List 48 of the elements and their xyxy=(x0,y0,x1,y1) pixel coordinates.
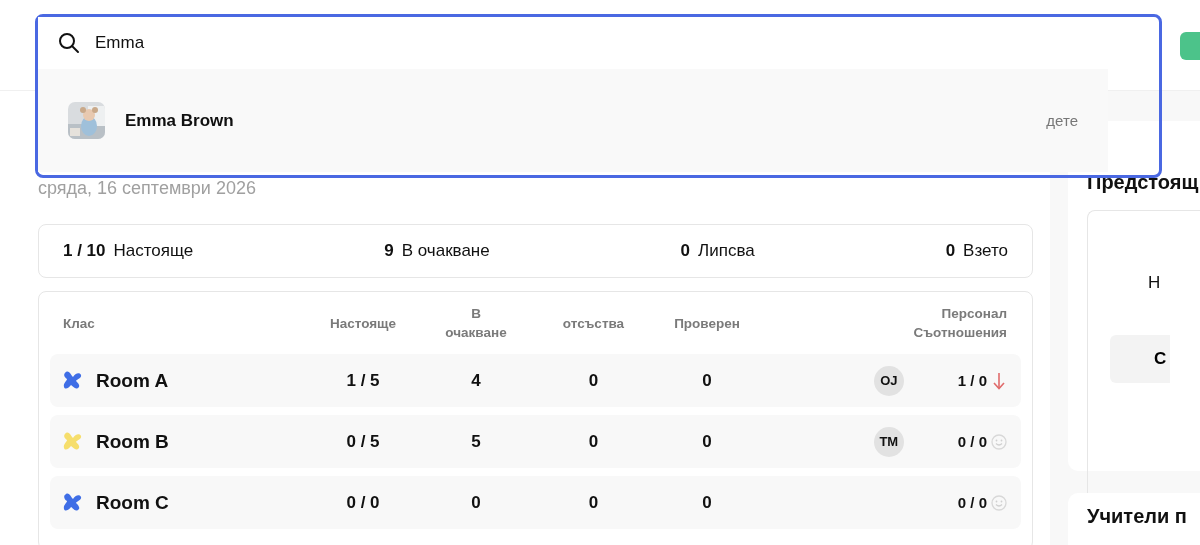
table-cell: 0 xyxy=(588,492,599,513)
table-cell: 5 xyxy=(471,431,481,452)
date-text: сряда, 16 септември 2026 xyxy=(38,178,257,200)
column-header: Проверен xyxy=(674,314,740,333)
status-badge xyxy=(1180,32,1200,60)
table-cell: 1 / 5 xyxy=(346,370,380,391)
summary-label: Липсва xyxy=(698,241,755,261)
summary-count: 0 xyxy=(945,241,956,261)
search-result[interactable]: Emma Brown дете xyxy=(38,69,1108,172)
summary-count: 1 / 10 xyxy=(63,241,106,261)
table-cell: 0 xyxy=(471,492,481,513)
table-cell: 0 xyxy=(588,370,599,391)
table-row[interactable]: Room B 0 / 5 5 0 0 TM 0 / 0 xyxy=(50,415,1021,468)
section-heading: Предстоящ xyxy=(1087,171,1200,194)
section-heading: Учители п xyxy=(1087,505,1188,528)
card-text: Н xyxy=(1148,273,1162,293)
search-field[interactable]: Emma xyxy=(95,33,395,53)
ratio-text: 0 / 0 xyxy=(957,494,987,511)
result-type: дете xyxy=(1046,112,1078,129)
card-button[interactable]: С xyxy=(1110,335,1170,383)
column-header: Настояще xyxy=(329,314,396,333)
column-header: В очакване xyxy=(445,305,507,342)
summary-label: Настояще xyxy=(113,241,194,261)
column-header: отсъства xyxy=(562,314,625,333)
table-cell: 4 xyxy=(471,370,481,391)
room-name: Room B xyxy=(96,430,169,453)
table-cell: 0 / 0 xyxy=(346,492,380,513)
table-row[interactable]: Room C 0 / 0 0 0 0 0 / 0 xyxy=(50,476,1021,529)
summary-count: 9 xyxy=(384,241,394,261)
summary-count: 0 xyxy=(680,241,691,261)
table-cell: 0 xyxy=(702,370,712,391)
room-name: Room C xyxy=(96,491,169,514)
room-name: Room A xyxy=(96,369,169,392)
summary-label: В очакване xyxy=(401,241,490,261)
column-header: Персонал Съотношения xyxy=(913,305,1007,342)
staff-avatar: OJ xyxy=(873,365,904,396)
table-cell: 0 xyxy=(702,431,712,452)
column-header: Клас xyxy=(63,314,95,333)
table-cell: 0 xyxy=(588,431,599,452)
ratio-text: 0 / 0 xyxy=(957,433,987,450)
staff-avatar: TM xyxy=(873,426,904,457)
table-cell: 0 xyxy=(702,492,712,513)
summary-label: Взето xyxy=(963,241,1008,261)
result-name: Emma Brown xyxy=(125,110,235,131)
table-row[interactable]: Room A 1 / 5 4 0 0 OJ 1 / 0 xyxy=(50,354,1021,407)
ratio-text: 1 / 0 xyxy=(957,372,987,389)
search-icon xyxy=(57,31,81,55)
table-cell: 0 / 5 xyxy=(346,431,380,452)
